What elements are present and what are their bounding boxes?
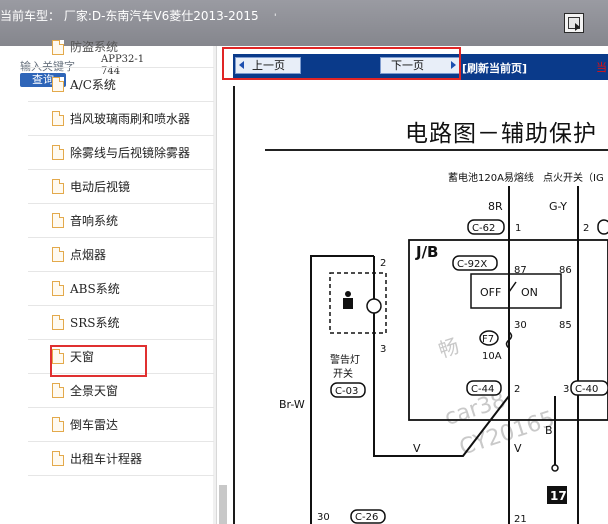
lamp-label-2: 开关 [333, 367, 353, 380]
document-icon [52, 111, 64, 126]
wire-v-2: V [514, 442, 522, 455]
document-area: 上一页 下一页 [刷新当前页] 当 电路图－辅助保护 畅 car38 CY201… [230, 46, 608, 524]
pane-divider[interactable] [216, 46, 230, 524]
tree-item-label: 出租车计程器 [70, 452, 143, 466]
connector-c62: C-62 [472, 223, 495, 234]
wiring-diagram: 畅 car38 CY20165 蓄电池120A易熔线 点火开关（IG 8R G-… [279, 171, 608, 524]
current-vehicle-title: 当前车型： 厂家:D-东南汽车V6菱仕2013-2015 [0, 9, 259, 23]
fuse-10a: 10A [482, 351, 502, 362]
seat-belt-icon [343, 291, 353, 309]
exit-button[interactable] [564, 13, 584, 33]
switch-off-label: OFF [480, 286, 501, 299]
tree-item-parking-radar[interactable]: 倒车雷达 [28, 408, 214, 442]
tree-item-audio[interactable]: 音响系统 [28, 204, 214, 238]
ground-17: 17 [550, 489, 567, 503]
document-icon [52, 417, 64, 432]
tree-item-ac[interactable]: A/C系统 [28, 68, 214, 102]
document-icon [52, 383, 64, 398]
lamp-pin-2: 2 [380, 258, 386, 269]
tree-item-label: 点烟器 [70, 248, 107, 262]
tree-item-label: 电动后视镜 [70, 180, 131, 194]
tree-item-label: 挡风玻璃雨刷和喷水器 [70, 112, 191, 126]
c62-pin: 1 [515, 223, 521, 234]
tree-item-label: 音响系统 [70, 214, 119, 228]
document-icon [52, 315, 64, 330]
exit-icon [568, 17, 580, 31]
c44-pin: 2 [514, 384, 520, 395]
ignition-label: 点火开关（IG [543, 171, 604, 184]
tree-item-power-mirror[interactable]: 电动后视镜 [28, 170, 214, 204]
wire-8r: 8R [488, 200, 503, 213]
pin-30: 30 [514, 320, 527, 331]
pin-85: 85 [559, 320, 572, 331]
document-icon [52, 451, 64, 466]
stray-mark: ' [274, 13, 277, 23]
watermark-text-1: 畅 [435, 334, 461, 363]
document-title: 电路图－辅助保护 [405, 121, 597, 147]
connector-c40: C-40 [575, 384, 598, 395]
tree-item-srs[interactable]: SRS系统 [28, 306, 214, 340]
tree-item[interactable]: 防盗系统 [28, 40, 214, 68]
document-icon [52, 77, 64, 92]
connector-c92x: C-92X [457, 259, 487, 270]
left-scrollbar-thumb[interactable] [219, 485, 227, 524]
connector-c03: C-03 [335, 386, 358, 397]
tree-item-taximeter[interactable]: 出租车计程器 [28, 442, 214, 476]
red-marker-text: 当 [596, 61, 607, 74]
bottom-30: 30 [317, 512, 330, 523]
wire-b: B [545, 424, 553, 437]
tree-item-cigar-lighter[interactable]: 点烟器 [28, 238, 214, 272]
document-icon [52, 213, 64, 228]
right-pin: 2 [583, 223, 589, 234]
battery-fuse-label: 蓄电池120A易熔线 [448, 171, 534, 184]
fuse-f7: F7 [482, 334, 494, 345]
tree-item-abs[interactable]: ABS系统 [28, 272, 214, 306]
lamp-label-1: 警告灯 [330, 353, 360, 366]
nav-highlight-box [222, 47, 461, 80]
jb-label: J/B [415, 243, 439, 261]
document-icon [52, 40, 64, 55]
c40-pin: 3 [563, 384, 569, 395]
system-tree: 防盗系统 A/C系统 挡风玻璃雨刷和喷水器 除雾线与后视镜除雾器 电动后视镜 音… [28, 40, 214, 476]
document-icon [52, 247, 64, 262]
tree-item-wiper[interactable]: 挡风玻璃雨刷和喷水器 [28, 102, 214, 136]
switch-on-label: ON [521, 286, 538, 299]
bottom-21: 21 [514, 514, 527, 524]
document-icon [52, 281, 64, 296]
tree-item-label: A/C系统 [70, 78, 116, 92]
tree-item-label: ABS系统 [70, 282, 120, 296]
tree-item-label: 全景天窗 [70, 384, 119, 398]
connector-c44: C-44 [471, 384, 494, 395]
lamp-pin-3: 3 [380, 344, 386, 355]
srs-highlight-box [50, 345, 147, 377]
tree-item-label: 倒车雷达 [70, 418, 119, 432]
wire-v-1: V [413, 442, 421, 455]
wire-gy: G-Y [549, 200, 567, 213]
document-icon [52, 145, 64, 160]
tree-item-defogger[interactable]: 除雾线与后视镜除雾器 [28, 136, 214, 170]
wire-br-w: Br-W [279, 398, 305, 411]
tree-item-panoramic-sunroof[interactable]: 全景天窗 [28, 374, 214, 408]
connector-c26: C-26 [355, 512, 378, 523]
document-icon [52, 179, 64, 194]
tree-item-label: SRS系统 [70, 316, 120, 330]
title-rule [265, 149, 608, 151]
tree-item-label: 除雾线与后视镜除雾器 [70, 146, 191, 160]
refresh-page-link[interactable]: [刷新当前页] [462, 60, 527, 76]
